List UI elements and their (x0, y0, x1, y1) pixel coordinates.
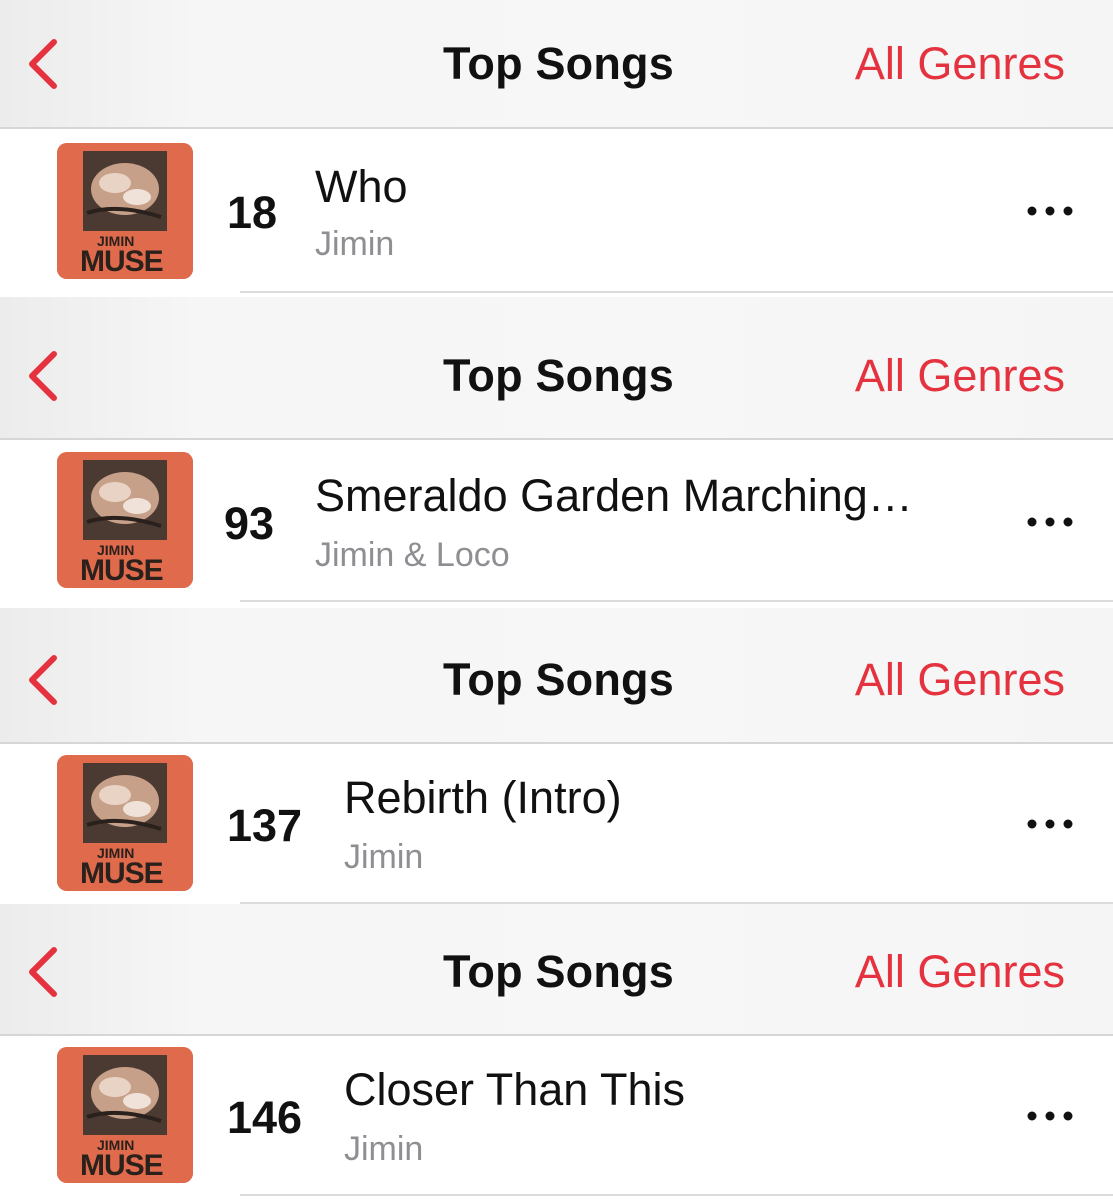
album-artwork[interactable]: JIMIN MUSE (57, 452, 193, 588)
all-genres-button[interactable]: All Genres (855, 946, 1065, 998)
page-title-text: Top Songs (443, 38, 674, 89)
album-cover-image: JIMIN MUSE (57, 143, 193, 279)
song-row[interactable]: JIMIN MUSE 93 Smeraldo Garden Marching… … (0, 440, 1113, 608)
more-options-button[interactable] (1024, 1096, 1076, 1136)
album-artwork[interactable]: JIMIN MUSE (57, 143, 193, 279)
all-genres-button[interactable]: All Genres (855, 350, 1065, 402)
page-title-text: Top Songs (443, 654, 674, 705)
ellipsis-icon (1027, 206, 1073, 216)
song-row[interactable]: JIMIN MUSE 137 Rebirth (Intro) Jimin (0, 744, 1113, 904)
song-title[interactable]: Closer Than This (344, 1064, 685, 1116)
more-options-button[interactable] (1024, 191, 1076, 231)
song-artist: Jimin & Loco (315, 536, 510, 574)
ellipsis-icon (1027, 1111, 1073, 1121)
row-divider (240, 600, 1113, 602)
row-divider (240, 291, 1113, 293)
album-artwork[interactable]: JIMIN MUSE (57, 1047, 193, 1183)
song-title[interactable]: Rebirth (Intro) (344, 772, 622, 824)
song-artist: Jimin (344, 838, 424, 876)
album-cover-image: JIMIN MUSE (57, 755, 193, 891)
song-title[interactable]: Smeraldo Garden Marching… (315, 470, 913, 522)
row-divider (240, 1194, 1113, 1196)
album-art-large-text: MUSE (80, 857, 163, 890)
album-cover-image: JIMIN MUSE (57, 452, 193, 588)
more-options-button[interactable] (1024, 502, 1076, 542)
ellipsis-icon (1027, 517, 1073, 527)
album-art-large-text: MUSE (80, 1149, 163, 1182)
chart-rank: 18 (227, 187, 278, 238)
chart-rank: 93 (224, 498, 275, 549)
page-title-text: Top Songs (443, 350, 674, 401)
song-row[interactable]: JIMIN MUSE 18 Who Jimin (0, 129, 1113, 297)
song-row[interactable]: JIMIN MUSE 146 Closer Than This Jimin (0, 1036, 1113, 1200)
all-genres-button[interactable]: All Genres (855, 654, 1065, 706)
song-title[interactable]: Who (315, 161, 408, 213)
album-cover-image: JIMIN MUSE (57, 1047, 193, 1183)
chart-rank: 146 (227, 1092, 303, 1143)
album-art-large-text: MUSE (80, 245, 163, 278)
album-artwork[interactable]: JIMIN MUSE (57, 755, 193, 891)
all-genres-button[interactable]: All Genres (855, 38, 1065, 90)
nav-header: Top Songs All Genres (0, 608, 1113, 744)
nav-header: Top Songs All Genres (0, 904, 1113, 1036)
chart-rank: 137 (227, 800, 303, 851)
ellipsis-icon (1027, 819, 1073, 829)
nav-header: Top Songs All Genres (0, 0, 1113, 129)
nav-header: Top Songs All Genres (0, 297, 1113, 440)
song-artist: Jimin (344, 1130, 424, 1168)
page-title-text: Top Songs (443, 946, 674, 997)
album-art-large-text: MUSE (80, 554, 163, 587)
more-options-button[interactable] (1024, 804, 1076, 844)
song-artist: Jimin (315, 225, 395, 263)
